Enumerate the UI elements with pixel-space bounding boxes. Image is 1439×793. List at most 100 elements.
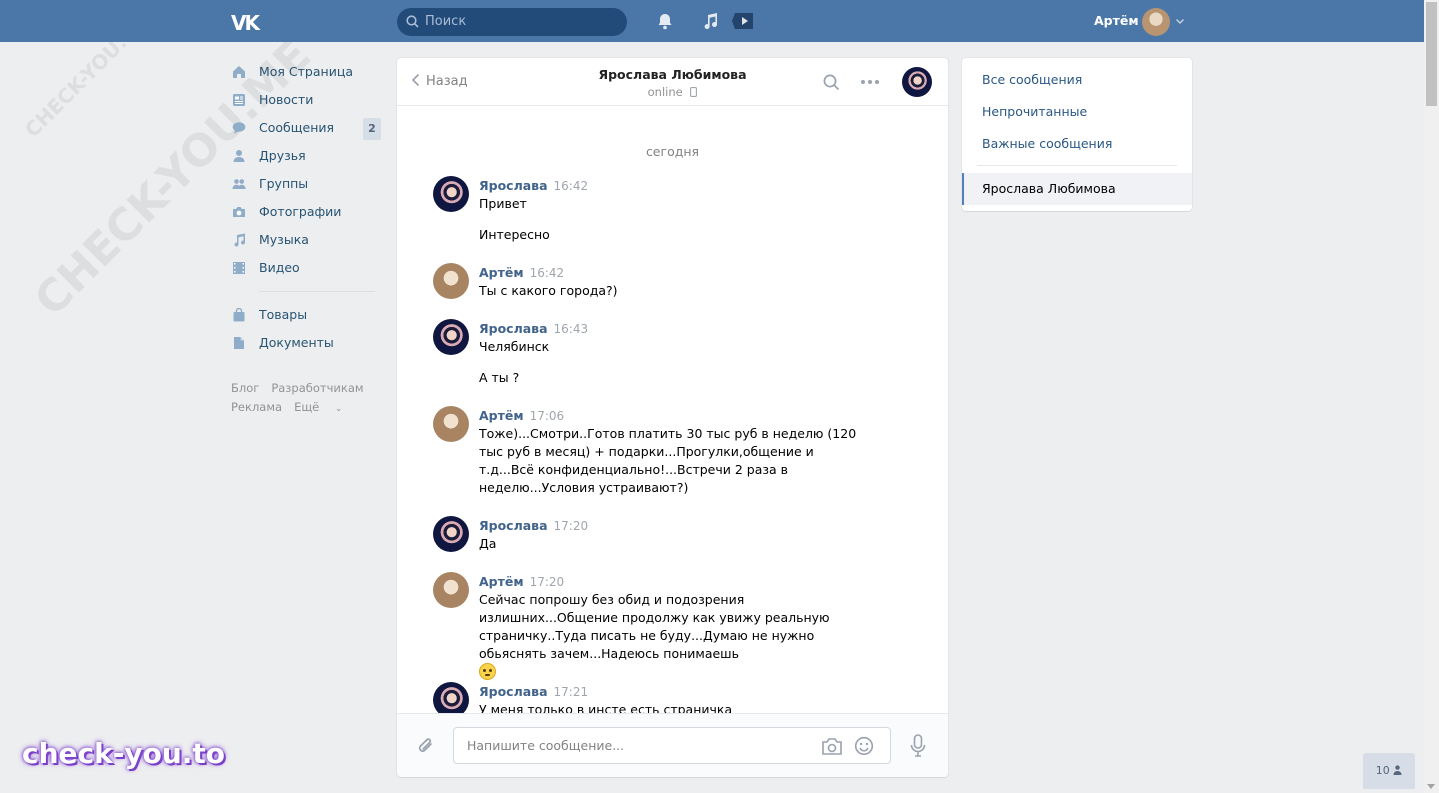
music-note-icon[interactable] [702, 12, 720, 30]
nav-label: Сообщения [259, 120, 335, 135]
chat-panel: Назад Ярослава Любимова online сегодня Я… [397, 58, 948, 777]
nav-label: Видео [259, 260, 300, 275]
bell-icon[interactable] [656, 12, 674, 30]
filter-important[interactable]: Важные сообщения [982, 136, 1112, 151]
nav-label: Друзья [259, 148, 306, 163]
nav-item-my-page[interactable]: Моя Страница [231, 58, 381, 86]
search-icon[interactable] [823, 74, 840, 91]
footer-link-developers[interactable]: Разработчикам [271, 381, 363, 395]
footer-link-more[interactable]: Ещё ⌄ [294, 400, 354, 414]
avatar[interactable] [433, 516, 469, 552]
paperclip-icon[interactable] [416, 735, 436, 757]
divider [977, 165, 1177, 166]
messages-icon [232, 122, 246, 134]
message-time: 17:06 [529, 409, 565, 423]
mobile-icon [690, 87, 698, 97]
home-icon [233, 66, 245, 78]
nav-divider [259, 291, 375, 292]
day-separator: сегодня [645, 144, 700, 159]
friends-icon [233, 150, 245, 162]
nav-item-documents[interactable]: Документы [231, 329, 381, 357]
message-time: 16:42 [553, 179, 589, 193]
chevron-down-icon: ⌄ [334, 404, 343, 414]
smile-icon[interactable] [854, 736, 874, 756]
nav-label: Документы [259, 335, 334, 350]
play-icon[interactable] [731, 11, 757, 31]
message-text: Ты с какого города?) [479, 283, 618, 298]
avatar[interactable] [433, 263, 469, 299]
page-scrollbar[interactable] [1424, 0, 1439, 793]
message-author[interactable]: Ярослава [479, 321, 548, 336]
online-friends-widget[interactable]: 10 [1363, 753, 1415, 789]
avatar[interactable] [433, 572, 469, 608]
avatar[interactable] [433, 406, 469, 442]
nav-item-goods[interactable]: Товары [231, 301, 381, 329]
message-composer: Напишите сообщение... [397, 713, 948, 777]
microphone-icon[interactable] [910, 734, 926, 758]
message-text: А ты ? [479, 370, 520, 385]
scrollbar-thumb[interactable] [1426, 2, 1437, 106]
nav-label: Новости [259, 92, 314, 107]
message-author[interactable]: Ярослава [479, 178, 548, 193]
message-author[interactable]: Артём [479, 408, 524, 423]
person-icon [1393, 765, 1402, 775]
chevron-down-icon[interactable] [1175, 16, 1185, 26]
nav-item-video[interactable]: Видео [231, 254, 381, 282]
footer-link-blog[interactable]: Блог [231, 381, 259, 395]
message-text: Привет [479, 196, 527, 211]
avatar[interactable] [433, 319, 469, 355]
vk-logo[interactable]: VK [231, 11, 267, 35]
header-user-name[interactable]: Артём [1094, 13, 1139, 28]
avatar[interactable] [433, 176, 469, 212]
message-meta: Артём 17:06 [479, 408, 564, 423]
nav-label: Моя Страница [259, 64, 353, 79]
active-conversation[interactable]: Ярослава Любимова [962, 173, 1192, 205]
nav-label: Музыка [259, 232, 309, 247]
footer-more-label: Ещё [294, 400, 320, 414]
nav-item-messages[interactable]: Сообщения 2 [231, 114, 381, 142]
messages-count-badge: 2 [363, 118, 381, 140]
nav-item-music[interactable]: Музыка [231, 226, 381, 254]
more-icon[interactable] [861, 80, 879, 84]
header-avatar[interactable] [1142, 8, 1170, 36]
document-icon [234, 337, 244, 349]
left-navigation: Моя Страница Новости Сообщения 2 Друзья … [231, 58, 381, 419]
message-text: Сейчас попрошу без обид и подозрения изл… [479, 592, 830, 661]
message-meta: Артём 17:20 [479, 574, 564, 589]
message-meta: Ярослава 16:43 [479, 321, 588, 336]
camera-icon[interactable] [821, 738, 843, 755]
music-icon [234, 233, 246, 247]
news-icon [233, 94, 245, 106]
search-input[interactable]: Поиск [397, 8, 627, 36]
chat-header: Назад Ярослава Любимова online [397, 58, 948, 106]
nav-item-groups[interactable]: Группы [231, 170, 381, 198]
nav-label: Группы [259, 176, 309, 191]
message-text: Челябинск [479, 339, 550, 354]
message-text: Тоже)...Смотри..Готов платить 30 тыс руб… [479, 426, 857, 495]
message-author[interactable]: Ярослава [479, 684, 548, 699]
message-author[interactable]: Артём [479, 265, 524, 280]
nav-item-photos[interactable]: Фотографии [231, 198, 381, 226]
message-author[interactable]: Ярослава [479, 518, 548, 533]
scroll-down-arrow-icon[interactable] [1427, 784, 1435, 789]
footer-link-ads[interactable]: Реклама [231, 400, 282, 414]
footer-links: Блог Разработчикам Реклама Ещё ⌄ [231, 379, 381, 419]
filter-all-messages[interactable]: Все сообщения [982, 72, 1082, 87]
nav-item-news[interactable]: Новости [231, 86, 381, 114]
emoji-icon [479, 663, 496, 680]
message-author[interactable]: Артём [479, 574, 524, 589]
video-icon [233, 262, 245, 274]
message-text: Да [479, 536, 497, 551]
nav-item-friends[interactable]: Друзья [231, 142, 381, 170]
message-time: 17:20 [553, 519, 589, 533]
message-time: 16:42 [529, 266, 565, 280]
nav-label: Фотографии [259, 204, 342, 219]
brand-watermark: check-you.to [22, 737, 226, 770]
message-text-wrap: Сейчас попрошу без обид и подозрения изл… [479, 591, 874, 682]
search-placeholder: Поиск [425, 14, 467, 29]
message-meta: Ярослава 16:42 [479, 178, 588, 193]
search-icon [406, 15, 419, 28]
peer-status-text: online [647, 85, 683, 99]
filter-unread[interactable]: Непрочитанные [982, 104, 1087, 119]
peer-avatar[interactable] [902, 67, 932, 97]
